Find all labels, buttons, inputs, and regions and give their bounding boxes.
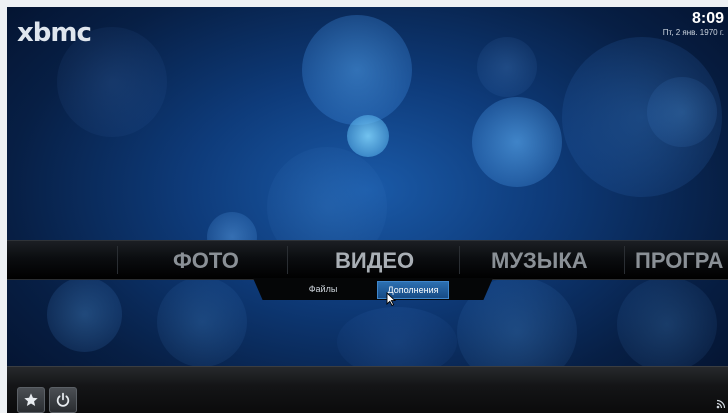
bokeh-circle: [477, 37, 537, 97]
menu-item-video[interactable]: ВИДЕО: [335, 241, 414, 279]
bokeh-circle: [47, 277, 122, 352]
menu-separator: [459, 246, 460, 274]
submenu-item-files[interactable]: Файлы: [293, 281, 353, 297]
bottom-bar: [7, 366, 728, 413]
xbmc-home-screen: xbmc 8:09 Пт, 2 янв. 1970 г. ФОТО ВИДЕО …: [7, 7, 728, 413]
bokeh-circle: [472, 97, 562, 187]
clock-time: 8:09: [691, 10, 724, 27]
star-icon: [24, 393, 38, 406]
favourites-button[interactable]: [17, 387, 45, 413]
menu-item-music[interactable]: МУЗЫКА: [491, 241, 588, 279]
bokeh-circle: [157, 277, 247, 367]
video-submenu: Файлы Дополнения: [253, 278, 493, 300]
bokeh-circle: [347, 115, 389, 157]
main-menu-bar: ФОТО ВИДЕО МУЗЫКА ПРОГРА: [7, 240, 728, 280]
menu-separator: [117, 246, 118, 274]
power-button[interactable]: [49, 387, 77, 413]
clock: 8:09 Пт, 2 янв. 1970 г.: [663, 10, 724, 38]
clock-date: Пт, 2 янв. 1970 г.: [662, 28, 724, 37]
menu-separator: [287, 246, 288, 274]
bokeh-circle: [617, 277, 717, 372]
menu-item-programs[interactable]: ПРОГРА: [635, 241, 723, 279]
power-icon: [56, 392, 70, 407]
menu-item-photo[interactable]: ФОТО: [173, 241, 239, 279]
xbmc-logo: xbmc: [17, 18, 92, 48]
menu-separator: [624, 246, 625, 274]
bokeh-circle: [647, 77, 717, 147]
bokeh-circle: [562, 37, 722, 197]
rss-icon: [716, 399, 726, 409]
bokeh-circle: [302, 15, 412, 125]
mouse-cursor-icon: [386, 292, 396, 306]
